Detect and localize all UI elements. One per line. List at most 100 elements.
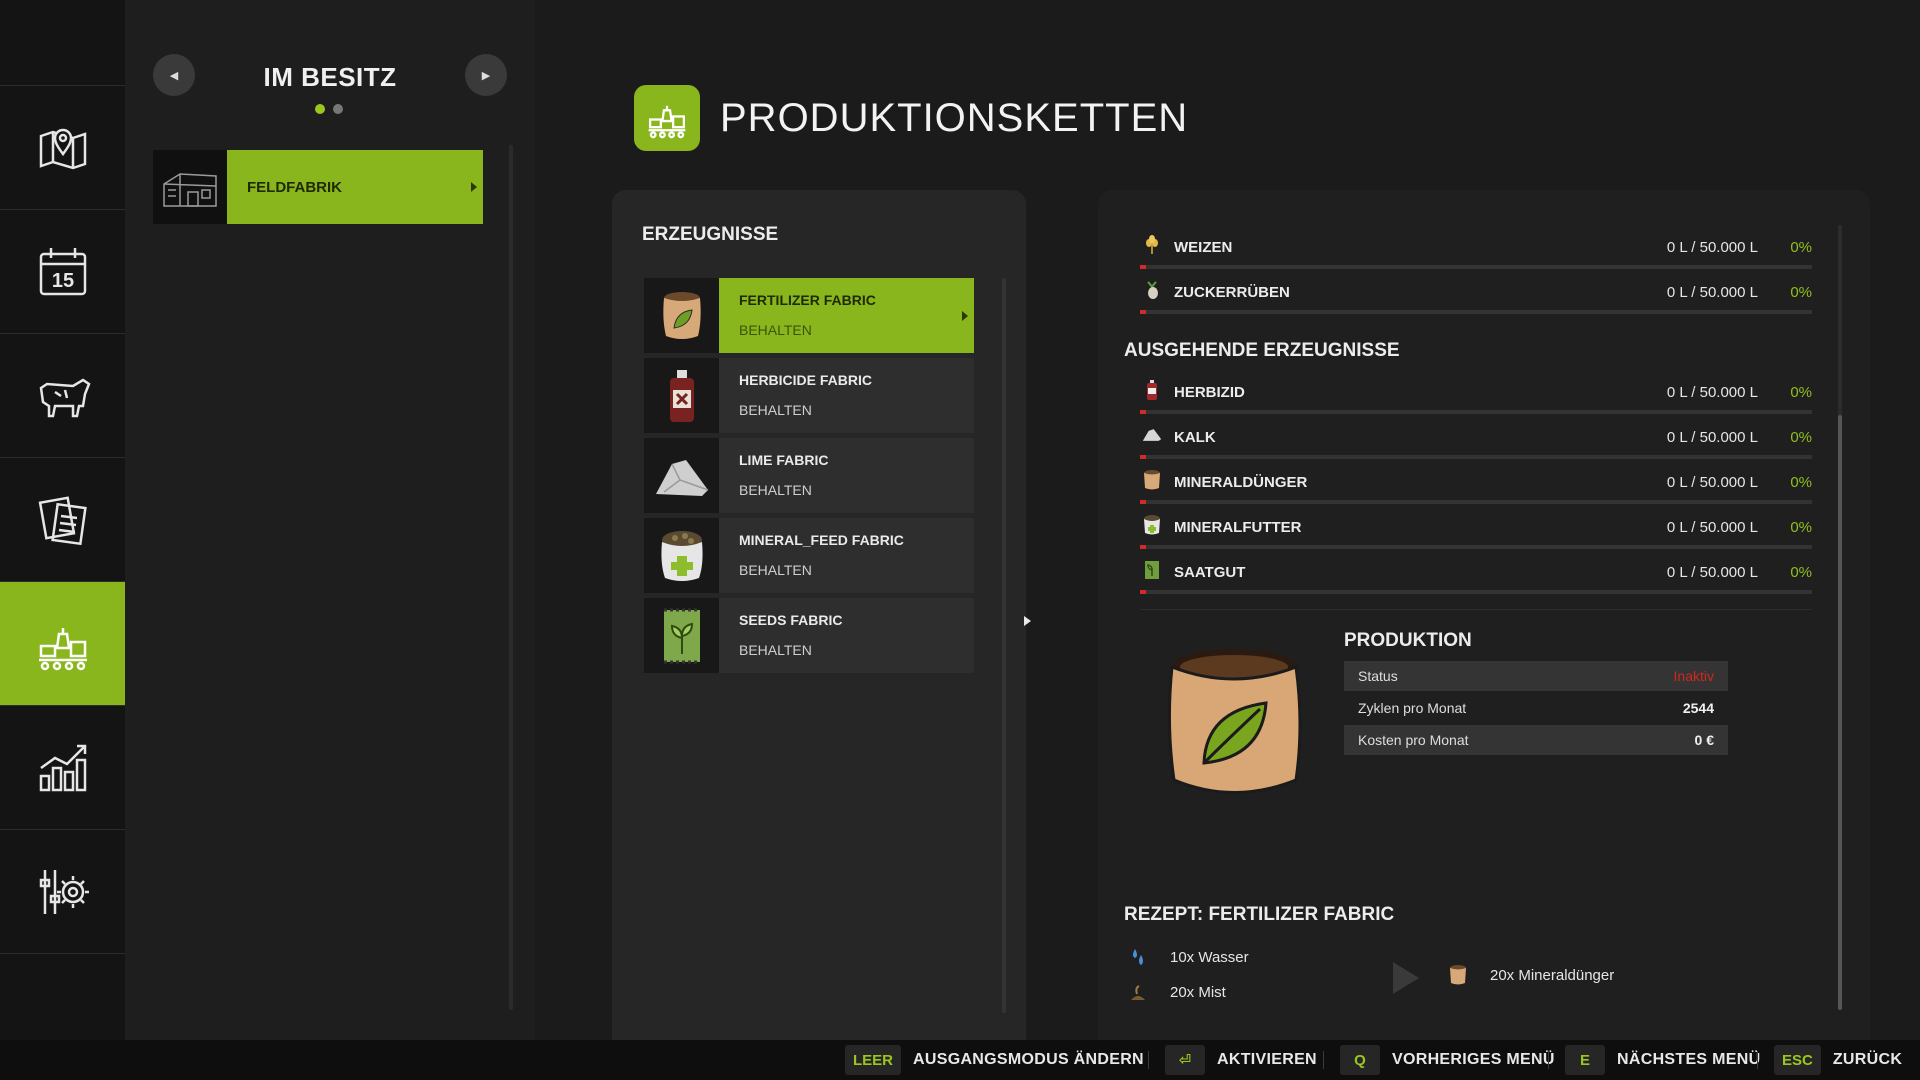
separator [1323,1051,1324,1069]
input-row-weizen: WEIZEN 0 L / 50.000 L 0% [1140,235,1812,279]
output-percent: 0% [1790,429,1812,446]
settings-sliders-icon [39,869,89,914]
page-dot-1[interactable] [315,104,325,114]
fertilizer-sack-icon [1167,649,1302,794]
output-amount: 0 L / 50.000 L [1666,519,1758,536]
input-percent: 0% [1790,284,1812,301]
nav-item-calendar[interactable]: 15 [0,210,125,334]
water-drops-icon [1128,946,1148,968]
stat-cycles: Zyklen pro Monat 2544 [1344,693,1728,723]
product-item[interactable]: LIME FABRIC BEHALTEN [644,438,974,513]
output-name: MINERALFUTTER [1174,519,1302,536]
input-amount: 0 L / 50.000 L [1666,284,1758,301]
fill-level [1140,265,1146,269]
seeds-bag-icon [663,608,700,663]
production-chain-icon [38,627,87,670]
output-percent: 0% [1790,474,1812,491]
fertilizer-icon [1142,470,1162,490]
hint-label: ZURÜCK [1832,1051,1903,1068]
owned-item-label: FELDFABRIK [227,150,483,224]
nav-item-settings[interactable] [0,830,125,954]
herbicide-icon [1142,380,1162,400]
product-body: HERBICIDE FABRIC BEHALTEN [719,358,974,433]
production-chain-icon [648,105,686,139]
products-title: ERZEUGNISSE [642,224,779,245]
product-item[interactable]: HERBICIDE FABRIC BEHALTEN [644,358,974,433]
owned-scrollbar[interactable] [509,145,513,1010]
input-row-zuckerrueben: ZUCKERRÜBEN 0 L / 50.000 L 0% [1140,280,1812,324]
page-dot-2[interactable] [333,104,343,114]
product-name: SEEDS FABRIC [739,612,843,628]
output-percent: 0% [1790,384,1812,401]
enter-key-icon: ⏎ [1165,1045,1205,1075]
nav-top-spacer [0,0,125,86]
owned-next-button[interactable]: ▶ [465,54,507,96]
hint-change-output-mode[interactable]: LEER AUSGANGSMODUS ÄNDERN [845,1040,1144,1080]
seeds-icon [1142,560,1162,580]
stat-label: Kosten pro Monat [1358,732,1469,748]
product-item[interactable]: MINERAL_FEED FABRIC BEHALTEN [644,518,974,593]
output-fill-bar [1140,455,1812,459]
separator [1757,1051,1758,1069]
input-fill-bar [1140,265,1812,269]
factory-thumbnail [153,150,227,224]
output-fill-bar [1140,410,1812,414]
product-name: HERBICIDE FABRIC [739,372,873,388]
key-badge: E [1565,1045,1605,1075]
stat-label: Status [1358,668,1398,684]
product-mode: BEHALTEN [739,562,812,578]
documents-icon [38,495,87,545]
chevron-right-icon [471,182,477,192]
nav-item-contracts[interactable] [0,458,125,582]
manure-icon [1128,981,1148,1003]
product-item[interactable]: SEEDS FABRIC BEHALTEN [644,598,974,673]
nav-item-animals[interactable] [0,334,125,458]
product-name: FERTILIZER FABRIC [739,292,876,308]
output-row-mineralfutter: MINERALFUTTER 0 L / 50.000 L 0% [1140,515,1812,559]
bottom-hint-bar: LEER AUSGANGSMODUS ÄNDERN ⏎ AKTIVIEREN Q… [0,1040,1920,1080]
products-panel: ERZEUGNISSE FERTILIZER FABRIC BEHALTEN H… [612,190,1026,1040]
fertilizer-icon [1448,964,1468,986]
input-name: WEIZEN [1174,239,1233,256]
product-mode: BEHALTEN [739,482,812,498]
nav-item-statistics[interactable] [0,706,125,830]
product-mode: BEHALTEN [739,402,812,418]
hint-next-menu[interactable]: E NÄCHSTES MENÜ [1565,1040,1760,1080]
owned-item-feldfabrik[interactable]: FELDFABRIK [153,150,483,224]
page-title: PRODUKTIONSKETTEN [720,96,1189,140]
divider [1140,609,1812,610]
status-badge: Inaktiv [1673,668,1714,684]
output-name: KALK [1174,429,1216,446]
hint-activate[interactable]: ⏎ AKTIVIEREN [1165,1040,1317,1080]
input-fill-bar [1140,310,1812,314]
nav-item-production[interactable] [0,582,133,706]
product-body: SEEDS FABRIC BEHALTEN [719,598,974,673]
output-row-saatgut: SAATGUT 0 L / 50.000 L 0% [1140,560,1812,604]
output-row-mineralduenger: MINERALDÜNGER 0 L / 50.000 L 0% [1140,470,1812,514]
chevron-right-icon [1024,616,1031,626]
hint-back[interactable]: ESC ZURÜCK [1774,1040,1902,1080]
fill-level [1140,590,1146,594]
recipe-input-wasser: 10x Wasser [1128,946,1249,968]
key-badge: LEER [845,1045,902,1075]
fill-level [1140,500,1146,504]
product-name: MINERAL_FEED FABRIC [739,532,904,548]
product-thumbnail [644,598,719,673]
output-amount: 0 L / 50.000 L [1666,474,1758,491]
calendar-icon: 15 [39,247,86,295]
detail-scrollbar-thumb[interactable] [1838,415,1842,1010]
key-badge: ESC [1774,1045,1821,1075]
products-scrollbar[interactable] [1002,278,1006,1013]
product-item[interactable]: FERTILIZER FABRIC BEHALTEN [644,278,974,353]
fill-level [1140,310,1146,314]
output-amount: 0 L / 50.000 L [1666,384,1758,401]
cow-icon [39,378,91,417]
output-amount: 0 L / 50.000 L [1666,429,1758,446]
product-body: FERTILIZER FABRIC BEHALTEN [719,278,974,353]
hint-label: NÄCHSTES MENÜ [1617,1051,1761,1068]
nav-item-map[interactable] [0,86,125,210]
wheat-icon [1142,235,1162,255]
hint-previous-menu[interactable]: Q VORHERIGES MENÜ [1340,1040,1555,1080]
recipe-output-label: 20x Mineraldünger [1490,966,1615,984]
production-image [1162,645,1312,800]
